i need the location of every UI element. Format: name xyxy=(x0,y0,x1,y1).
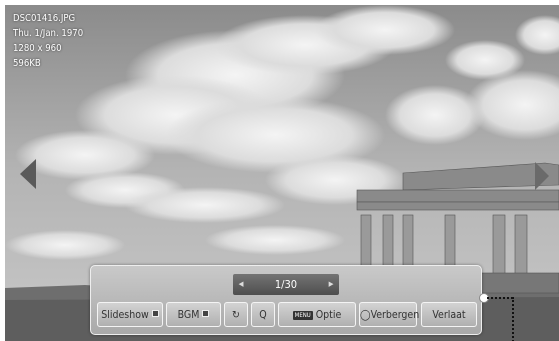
file-size: 596KB xyxy=(13,58,41,69)
bgm-button[interactable]: BGM xyxy=(166,302,221,327)
menu-key-icon: MENU xyxy=(292,311,313,320)
pager-prev-icon[interactable]: ◀ xyxy=(235,274,247,295)
pointer-line xyxy=(487,297,513,299)
rotate-icon: ↻ xyxy=(232,309,240,321)
rotate-button[interactable]: ↻ xyxy=(224,302,248,327)
file-resolution: 1280 x 960 xyxy=(13,43,62,54)
pointer-line-vertical xyxy=(512,297,514,341)
next-photo-arrow-icon[interactable] xyxy=(534,162,550,190)
page-indicator: ◀ 1/30 ▶ xyxy=(233,274,339,295)
file-date: Thu. 1/Jan. 1970 xyxy=(13,28,84,39)
page-number: 1/30 xyxy=(274,278,298,291)
zoom-icon: Q xyxy=(259,309,267,321)
zoom-button[interactable]: Q xyxy=(251,302,275,327)
slideshow-button[interactable]: Slideshow xyxy=(97,302,163,327)
control-panel: ◀ 1/30 ▶ Slideshow BGM ↻ Q MENU Optie ◯​V… xyxy=(90,265,482,335)
slideshow-option-icon xyxy=(151,310,159,317)
bgm-option-icon xyxy=(202,310,210,317)
hide-button[interactable]: ◯​Verbergen xyxy=(359,302,419,327)
previous-photo-arrow-icon[interactable] xyxy=(19,159,37,189)
file-name: DSC01416.JPG xyxy=(13,13,76,24)
exit-button[interactable]: Verlaat xyxy=(421,302,477,327)
option-button[interactable]: MENU Optie xyxy=(278,302,356,327)
photo-viewer: DSC01416.JPG Thu. 1/Jan. 1970 1280 x 960… xyxy=(5,5,559,341)
glasses-icon: ◯​ xyxy=(360,309,371,321)
file-info: DSC01416.JPG Thu. 1/Jan. 1970 1280 x 960… xyxy=(13,11,83,71)
pager-next-icon[interactable]: ▶ xyxy=(325,274,337,295)
